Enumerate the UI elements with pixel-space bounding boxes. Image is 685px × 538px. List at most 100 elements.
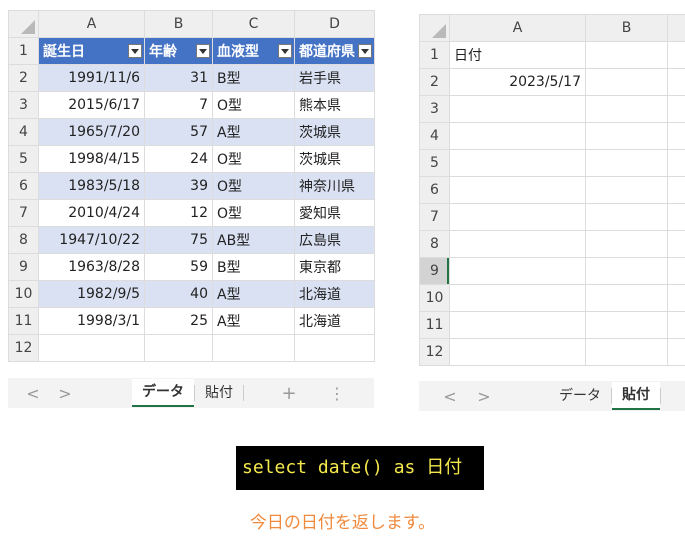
cell[interactable]	[585, 41, 668, 69]
row-header[interactable]: 2	[8, 64, 39, 92]
cell-prefecture[interactable]: 岩手県	[294, 64, 375, 92]
cell-prefecture[interactable]: 北海道	[294, 307, 375, 335]
cell-prefecture[interactable]: 北海道	[294, 280, 375, 308]
cell[interactable]	[449, 257, 586, 285]
row-header[interactable]: 3	[8, 91, 39, 119]
table-header-birthday[interactable]: 誕生日	[38, 37, 145, 65]
row-header[interactable]: 4	[8, 118, 39, 146]
table-header-blood-type[interactable]: 血液型	[212, 37, 295, 65]
more-options-icon[interactable]: ⋮	[326, 384, 348, 403]
cell-blood-type[interactable]: O型	[212, 199, 295, 227]
cell-prefecture[interactable]: 茨城県	[294, 118, 375, 146]
row-header-selected[interactable]: 9	[419, 257, 450, 285]
cell-birthday[interactable]: 1998/3/1	[38, 307, 145, 335]
add-sheet-button[interactable]: +	[278, 383, 300, 404]
cell-blood-type[interactable]: O型	[212, 145, 295, 173]
cell[interactable]	[449, 203, 586, 231]
cell[interactable]	[585, 230, 668, 258]
cell[interactable]	[585, 149, 668, 177]
cell-blood-type[interactable]: A型	[212, 118, 295, 146]
cell-age[interactable]: 12	[144, 199, 213, 227]
cell[interactable]	[449, 311, 586, 339]
row-header[interactable]: 8	[419, 230, 450, 258]
cell[interactable]	[667, 149, 685, 177]
cell-birthday[interactable]: 1998/4/15	[38, 145, 145, 173]
prev-sheet-button[interactable]: <	[439, 387, 461, 406]
cell[interactable]	[667, 284, 685, 312]
row-header[interactable]: 7	[8, 199, 39, 227]
row-header[interactable]: 12	[419, 338, 450, 366]
cell[interactable]	[667, 311, 685, 339]
row-header[interactable]: 8	[8, 226, 39, 254]
cell-prefecture[interactable]: 愛知県	[294, 199, 375, 227]
table-header-prefecture[interactable]: 都道府県	[294, 37, 375, 65]
row-header[interactable]: 12	[8, 334, 39, 362]
cell-age[interactable]: 25	[144, 307, 213, 335]
cell[interactable]	[38, 334, 145, 362]
cell[interactable]	[585, 176, 668, 204]
cell-age[interactable]: 31	[144, 64, 213, 92]
row-header[interactable]: 10	[8, 280, 39, 308]
row-header[interactable]: 9	[8, 253, 39, 281]
row-header[interactable]: 6	[419, 176, 450, 204]
column-header-b[interactable]: B	[144, 10, 213, 38]
cell[interactable]	[449, 338, 586, 366]
row-header[interactable]: 11	[419, 311, 450, 339]
cell[interactable]	[667, 230, 685, 258]
cell[interactable]	[667, 203, 685, 231]
row-header[interactable]: 2	[419, 68, 450, 96]
cell[interactable]	[294, 334, 375, 362]
column-header-a[interactable]: A	[38, 10, 145, 38]
cell[interactable]	[449, 176, 586, 204]
row-header[interactable]: 4	[419, 122, 450, 150]
next-sheet-button[interactable]: >	[473, 387, 495, 406]
sheet-tab-data[interactable]: データ	[132, 379, 194, 407]
cell[interactable]	[667, 176, 685, 204]
column-header-d[interactable]: D	[294, 10, 375, 38]
cell-blood-type[interactable]: O型	[212, 172, 295, 200]
row-header[interactable]: 5	[419, 149, 450, 177]
filter-dropdown-icon[interactable]	[196, 44, 210, 58]
cell-birthday[interactable]: 1947/10/22	[38, 226, 145, 254]
cell-birthday[interactable]: 2015/6/17	[38, 91, 145, 119]
cell-blood-type[interactable]: A型	[212, 280, 295, 308]
select-all-corner[interactable]	[8, 10, 39, 38]
row-header[interactable]: 5	[8, 145, 39, 173]
row-header[interactable]: 11	[8, 307, 39, 335]
cell[interactable]	[585, 284, 668, 312]
cell-prefecture[interactable]: 神奈川県	[294, 172, 375, 200]
filter-dropdown-icon[interactable]	[278, 44, 292, 58]
cell-age[interactable]: 57	[144, 118, 213, 146]
cell-age[interactable]: 39	[144, 172, 213, 200]
row-header[interactable]: 1	[419, 41, 450, 69]
cell[interactable]	[585, 311, 668, 339]
column-header-c[interactable]	[667, 14, 685, 42]
filter-dropdown-icon[interactable]	[128, 44, 142, 58]
cell-birthday[interactable]: 1982/9/5	[38, 280, 145, 308]
row-header[interactable]: 3	[419, 95, 450, 123]
cell[interactable]	[667, 68, 685, 96]
cell[interactable]	[449, 95, 586, 123]
cell[interactable]	[667, 41, 685, 69]
cell[interactable]	[585, 257, 668, 285]
cell-age[interactable]: 40	[144, 280, 213, 308]
column-header-a[interactable]: A	[449, 14, 586, 42]
cell[interactable]	[449, 284, 586, 312]
column-header-c[interactable]: C	[212, 10, 295, 38]
cell-birthday[interactable]: 1991/11/6	[38, 64, 145, 92]
prev-sheet-button[interactable]: <	[22, 384, 44, 403]
row-header[interactable]: 1	[8, 37, 39, 65]
next-sheet-button[interactable]: >	[54, 384, 76, 403]
cell[interactable]	[144, 334, 213, 362]
cell[interactable]	[585, 68, 668, 96]
cell-blood-type[interactable]: B型	[212, 64, 295, 92]
select-all-corner[interactable]	[419, 14, 450, 42]
cell-a2[interactable]: 2023/5/17	[449, 68, 586, 96]
cell[interactable]	[585, 122, 668, 150]
table-header-age[interactable]: 年齢	[144, 37, 213, 65]
row-header[interactable]: 6	[8, 172, 39, 200]
cell[interactable]	[667, 257, 685, 285]
cell[interactable]	[667, 122, 685, 150]
cell-age[interactable]: 59	[144, 253, 213, 281]
cell-prefecture[interactable]: 広島県	[294, 226, 375, 254]
